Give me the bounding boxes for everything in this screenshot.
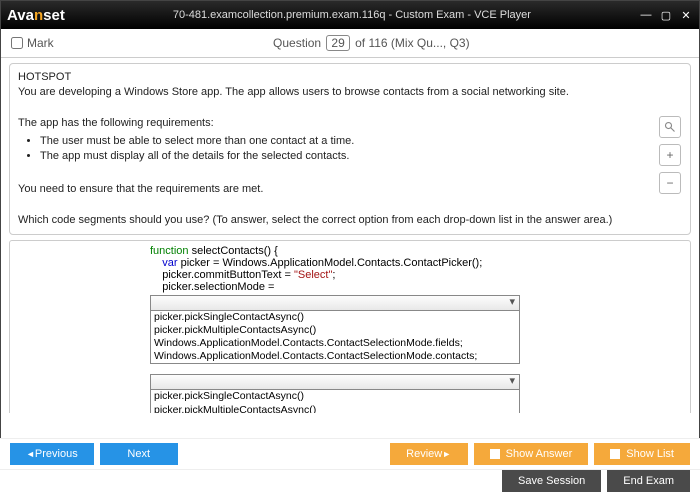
question-position: Question 29 of 116 (Mix Qu..., Q3) <box>54 35 689 51</box>
zoom-out-button[interactable]: − <box>659 172 681 194</box>
minimize-button[interactable]: — <box>639 9 653 22</box>
app-logo: Avanset <box>7 7 65 24</box>
magnifier-icon[interactable] <box>659 116 681 138</box>
answer-code-area: function selectContacts() { var picker =… <box>9 240 691 413</box>
dropdown-option[interactable]: picker.pickMultipleContactsAsync() <box>151 324 519 337</box>
maximize-button[interactable]: ▢ <box>659 9 673 22</box>
mark-checkbox-label[interactable]: Mark <box>11 36 54 50</box>
dropdown-option[interactable]: Windows.ApplicationModel.Contacts.Contac… <box>151 350 519 363</box>
end-exam-button[interactable]: End Exam <box>607 470 690 492</box>
dropdown-option[interactable]: picker.pickMultipleContactsAsync() <box>151 404 519 413</box>
show-list-button[interactable]: Show List <box>594 443 690 465</box>
dropdown-2-options: picker.pickSingleContactAsync() picker.p… <box>150 390 520 413</box>
close-button[interactable]: ✕ <box>679 9 693 22</box>
window-title: 70-481.examcollection.premium.exam.116q … <box>65 9 639 21</box>
previous-button[interactable]: Previous <box>10 443 94 465</box>
save-session-button[interactable]: Save Session <box>502 470 601 492</box>
dropdown-option[interactable]: Windows.ApplicationModel.Contacts.Contac… <box>151 337 519 350</box>
next-button[interactable]: Next <box>100 443 178 465</box>
dropdown-1-options: picker.pickSingleContactAsync() picker.p… <box>150 311 520 365</box>
dropdown-option[interactable]: picker.pickSingleContactAsync() <box>151 390 519 403</box>
show-answer-button[interactable]: Show Answer <box>474 443 589 465</box>
review-button[interactable]: Review <box>390 443 468 465</box>
dropdown-option[interactable]: picker.pickSingleContactAsync() <box>151 311 519 324</box>
mark-checkbox[interactable] <box>11 37 23 49</box>
question-number: 29 <box>326 35 349 51</box>
dropdown-1[interactable] <box>150 295 520 311</box>
zoom-in-button[interactable]: + <box>659 144 681 166</box>
question-text: HOTSPOT You are developing a Windows Sto… <box>9 63 691 235</box>
dropdown-2[interactable] <box>150 374 520 390</box>
